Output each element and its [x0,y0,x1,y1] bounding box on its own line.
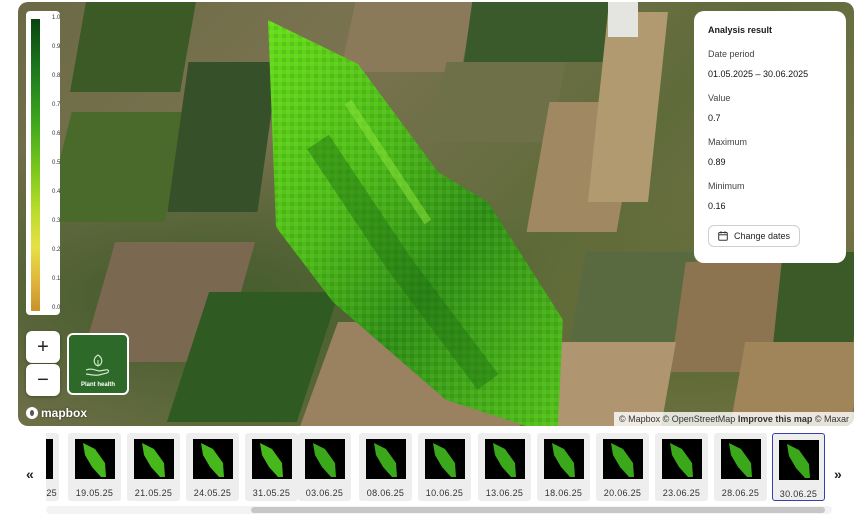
thumb-image [192,439,233,479]
date-period-value: 01.05.2025 – 30.06.2025 [708,69,809,79]
map-attribution: © Mapbox © OpenStreetMap Improve this ma… [613,412,854,426]
timeline-prev-button[interactable]: « [26,466,34,482]
scrollbar-handle[interactable] [251,507,825,513]
thumb-date: 25 [46,488,57,498]
thumb-date: 10.06.25 [425,488,464,498]
plant-health-layer-button[interactable]: Plant health [67,333,129,395]
zoom-out-button[interactable]: − [26,364,60,396]
thumb-image [720,439,761,479]
calendar-icon [718,231,728,241]
legend-tick: 0.4 [52,189,61,195]
timeline-thumb[interactable]: 18.06.25 [537,433,590,501]
legend-tick: 0.5 [52,160,61,166]
change-dates-button[interactable]: Change dates [708,225,801,247]
thumb-image [46,439,53,479]
plant-hand-icon [85,354,110,376]
thumb-date: 03.06.25 [305,488,344,498]
ndvi-legend: 1.0 0.9 0.8 0.7 0.6 0.5 0.4 0.3 0.2 0.1 … [26,11,60,315]
thumb-image [133,439,174,479]
timeline-thumb[interactable]: 13.06.25 [478,433,531,501]
legend-tick: 0.2 [52,247,61,253]
mapbox-logo-icon [26,407,38,419]
maximum-label: Maximum [708,137,748,147]
attribution-osm-link[interactable]: © OpenStreetMap [663,414,736,424]
thumb-date: 30.06.25 [779,489,818,499]
timeline-thumb[interactable]: 25 [46,433,59,501]
thumb-image [304,439,345,479]
minimum-label: Minimum [708,181,745,191]
legend-tick: 0.6 [52,131,61,137]
timeline-thumb-selected[interactable]: 30.06.25 [772,433,825,501]
timeline-thumb[interactable]: 10.06.25 [418,433,471,501]
date-timeline: « » 25 19.05.25 21.05.25 24.05.25 31.05.… [0,430,866,528]
timeline-thumb[interactable]: 21.05.25 [127,433,180,501]
thumb-date: 08.06.25 [366,488,405,498]
thumb-image [543,439,584,479]
mapbox-logo[interactable]: mapbox [26,406,87,420]
timeline-thumb[interactable]: 28.06.25 [714,433,767,501]
thumb-image [778,440,819,480]
legend-color-scale [31,19,40,311]
legend-tick: 0.0 [52,305,61,311]
timeline-thumb[interactable]: 23.06.25 [655,433,708,501]
thumb-date: 24.05.25 [193,488,232,498]
legend-tick: 0.9 [52,44,61,50]
timeline-thumb[interactable]: 24.05.25 [186,433,239,501]
analysis-result-panel: Analysis result Date period 01.05.2025 –… [694,11,846,263]
legend-tick: 0.1 [52,276,61,282]
mapbox-logo-text: mapbox [41,406,88,420]
thumb-image [424,439,465,479]
attribution-maxar-link[interactable]: © Maxar [815,414,849,424]
zoom-in-button[interactable]: + [26,331,60,363]
thumb-image [484,439,525,479]
maximum-value: 0.89 [708,157,726,167]
thumb-date: 28.06.25 [721,488,760,498]
thumb-date: 23.06.25 [662,488,701,498]
timeline-thumb[interactable]: 19.05.25 [68,433,121,501]
timeline-thumbnails: 25 19.05.25 21.05.25 24.05.25 31.05.25 0… [46,433,832,501]
timeline-next-button[interactable]: » [834,466,842,482]
legend-tick: 0.3 [52,218,61,224]
thumb-image [74,439,115,479]
thumb-date: 13.06.25 [485,488,524,498]
thumb-image [251,439,292,479]
thumb-date: 31.05.25 [252,488,291,498]
panel-title: Analysis result [708,25,773,35]
timeline-thumb[interactable]: 20.06.25 [596,433,649,501]
date-period-label: Date period [708,49,755,59]
timeline-thumb[interactable]: 03.06.25 [298,433,351,501]
thumb-image [661,439,702,479]
thumb-date: 21.05.25 [134,488,173,498]
timeline-scrollbar[interactable] [46,506,832,514]
legend-tick: 0.8 [52,73,61,79]
attribution-mapbox-link[interactable]: © Mapbox [619,414,660,424]
minimum-value: 0.16 [708,201,726,211]
legend-tick: 1.0 [52,15,61,21]
timeline-thumb[interactable]: 08.06.25 [359,433,412,501]
thumb-image [365,439,406,479]
thumb-date: 19.05.25 [75,488,114,498]
thumb-date: 18.06.25 [544,488,583,498]
value-value: 0.7 [708,113,721,123]
thumb-image [602,439,643,479]
change-dates-label: Change dates [734,231,791,241]
timeline-thumb[interactable]: 31.05.25 [245,433,298,501]
improve-map-link[interactable]: Improve this map [738,414,813,424]
plant-health-label: Plant health [80,382,115,388]
value-label: Value [708,93,731,103]
legend-tick: 0.7 [52,102,61,108]
thumb-date: 20.06.25 [603,488,642,498]
